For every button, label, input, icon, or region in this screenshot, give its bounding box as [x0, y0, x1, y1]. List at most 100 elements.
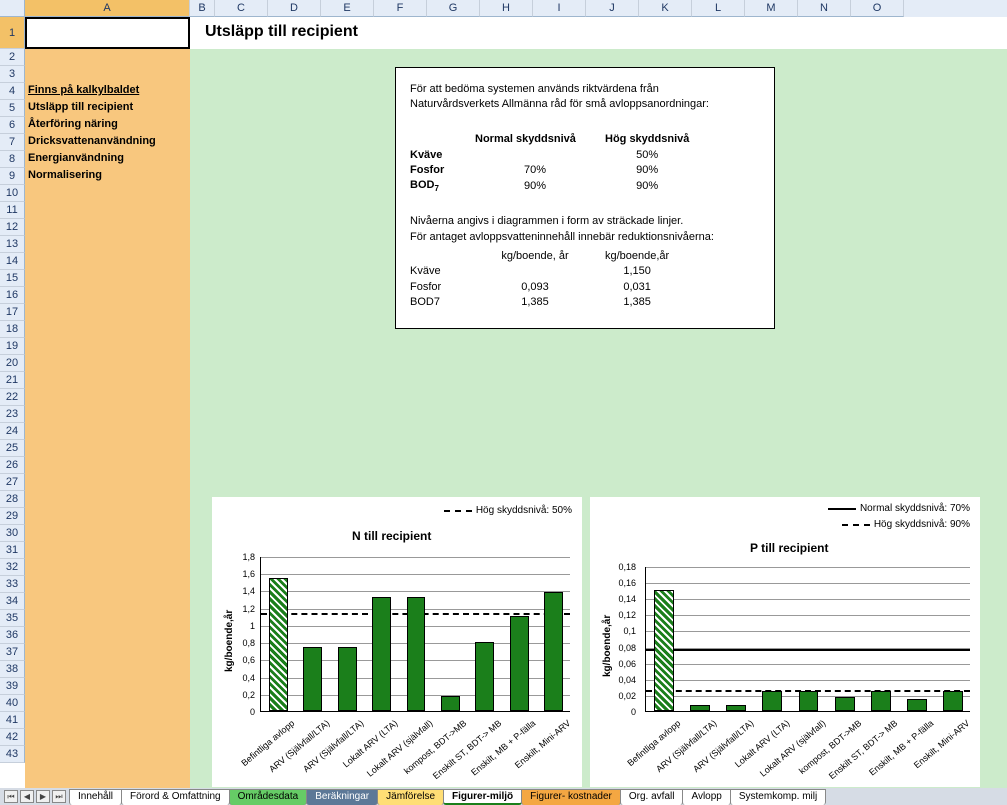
- column-header-j[interactable]: J: [586, 0, 639, 17]
- y-tick-label: 0,14: [612, 594, 636, 604]
- row-header-21[interactable]: 21: [0, 372, 25, 389]
- sheet-tab[interactable]: Figurer-miljö: [443, 789, 522, 805]
- row-header-3[interactable]: 3: [0, 66, 25, 83]
- row-header-40[interactable]: 40: [0, 695, 25, 712]
- row-header-22[interactable]: 22: [0, 389, 25, 406]
- sidebar-link[interactable]: Dricksvattenanvändning: [25, 134, 190, 151]
- column-headers: ABCDEFGHIJKLMNO: [25, 0, 1007, 17]
- row-header-2[interactable]: 2: [0, 49, 25, 66]
- column-header-n[interactable]: N: [798, 0, 851, 17]
- row-header-31[interactable]: 31: [0, 542, 25, 559]
- row-header-39[interactable]: 39: [0, 678, 25, 695]
- sheet-tab[interactable]: Beräkningar: [306, 789, 378, 805]
- row-header-43[interactable]: 43: [0, 746, 25, 763]
- row-header-5[interactable]: 5: [0, 100, 25, 117]
- dashed-line-icon: [444, 510, 472, 512]
- y-tick-label: 0: [612, 707, 636, 717]
- row-header-20[interactable]: 20: [0, 355, 25, 372]
- row-header-32[interactable]: 32: [0, 559, 25, 576]
- column-header-f[interactable]: F: [374, 0, 427, 17]
- tab-nav-first[interactable]: ⏮: [4, 790, 18, 803]
- column-header-c[interactable]: C: [215, 0, 268, 17]
- row-header-42[interactable]: 42: [0, 729, 25, 746]
- row-header-33[interactable]: 33: [0, 576, 25, 593]
- column-header-m[interactable]: M: [745, 0, 798, 17]
- row-header-18[interactable]: 18: [0, 321, 25, 338]
- y-tick-label: 0,12: [612, 610, 636, 620]
- row-header-7[interactable]: 7: [0, 134, 25, 151]
- column-header-o[interactable]: O: [851, 0, 904, 17]
- row-header-25[interactable]: 25: [0, 440, 25, 457]
- column-header-k[interactable]: K: [639, 0, 692, 17]
- row-headers: 1234567891011121314151617181920212223242…: [0, 17, 25, 763]
- sheet-tab[interactable]: Figurer- kostnader: [521, 789, 621, 805]
- column-header-h[interactable]: H: [480, 0, 533, 17]
- row-header-26[interactable]: 26: [0, 457, 25, 474]
- row-header-16[interactable]: 16: [0, 287, 25, 304]
- row-header-6[interactable]: 6: [0, 117, 25, 134]
- row-header-17[interactable]: 17: [0, 304, 25, 321]
- sheet-tab[interactable]: Avlopp: [682, 789, 730, 805]
- row-header-41[interactable]: 41: [0, 712, 25, 729]
- dashed-line-icon: [842, 524, 870, 526]
- sidebar-link[interactable]: Utsläpp till recipient: [25, 100, 190, 117]
- column-header-b[interactable]: B: [190, 0, 215, 17]
- content-area: Utsläpp till recipient För att bedöma sy…: [190, 17, 1007, 788]
- sheet-tab[interactable]: Org. avfall: [620, 789, 684, 805]
- row-header-23[interactable]: 23: [0, 406, 25, 423]
- row-header-1[interactable]: 1: [0, 17, 25, 49]
- table-header: Normal skyddsnivå: [475, 132, 605, 147]
- tab-nav-next[interactable]: ▶: [36, 790, 50, 803]
- row-header-35[interactable]: 35: [0, 610, 25, 627]
- row-header-28[interactable]: 28: [0, 491, 25, 508]
- row-header-10[interactable]: 10: [0, 185, 25, 202]
- column-header-e[interactable]: E: [321, 0, 374, 17]
- row-header-14[interactable]: 14: [0, 253, 25, 270]
- row-header-19[interactable]: 19: [0, 338, 25, 355]
- tab-nav-prev[interactable]: ◀: [20, 790, 34, 803]
- sidebar-link[interactable]: Energianvändning: [25, 151, 190, 168]
- row-header-30[interactable]: 30: [0, 525, 25, 542]
- y-tick-label: 0,08: [612, 643, 636, 653]
- row-header-24[interactable]: 24: [0, 423, 25, 440]
- sidebar-link[interactable]: Normalisering: [25, 168, 190, 185]
- sheet-tab[interactable]: Innehåll: [69, 789, 122, 805]
- row-header-8[interactable]: 8: [0, 151, 25, 168]
- row-header-38[interactable]: 38: [0, 661, 25, 678]
- sheet-tab[interactable]: Områdesdata: [229, 789, 308, 805]
- row-header-27[interactable]: 27: [0, 474, 25, 491]
- column-header-l[interactable]: L: [692, 0, 745, 17]
- sheet-tab[interactable]: Förord & Omfattning: [121, 789, 230, 805]
- tab-nav-last[interactable]: ⏭: [52, 790, 66, 803]
- row-header-4[interactable]: 4: [0, 83, 25, 100]
- row-header-13[interactable]: 13: [0, 236, 25, 253]
- row-header-34[interactable]: 34: [0, 593, 25, 610]
- sheet-tab[interactable]: Systemkomp. milj: [730, 789, 826, 805]
- select-all-corner[interactable]: [0, 0, 25, 17]
- chart-p-recipient[interactable]: Normal skyddsnivå: 70% Hög skyddsnivå: 9…: [590, 497, 980, 787]
- row-header-9[interactable]: 9: [0, 168, 25, 185]
- column-header-i[interactable]: I: [533, 0, 586, 17]
- y-tick-label: 0,8: [231, 638, 255, 648]
- sheet-tab[interactable]: Jämförelse: [377, 789, 444, 805]
- y-tick-label: 1,4: [231, 586, 255, 596]
- column-header-a[interactable]: A: [25, 0, 190, 17]
- chart-n-recipient[interactable]: Hög skyddsnivå: 50% N till recipient kg/…: [212, 497, 582, 787]
- column-header-g[interactable]: G: [427, 0, 480, 17]
- bar: [726, 705, 746, 711]
- reduction-table: kg/boende, årkg/boende,år Kväve1,150 Fos…: [410, 249, 679, 311]
- cell-a1-selected[interactable]: [25, 17, 190, 49]
- info-text: För antaget avloppsvatteninnehåll innebä…: [410, 230, 760, 245]
- bar: [269, 578, 288, 711]
- row-header-36[interactable]: 36: [0, 627, 25, 644]
- row-header-12[interactable]: 12: [0, 219, 25, 236]
- row-header-37[interactable]: 37: [0, 644, 25, 661]
- sidebar-link[interactable]: Återföring näring: [25, 117, 190, 134]
- column-header-d[interactable]: D: [268, 0, 321, 17]
- row-header-29[interactable]: 29: [0, 508, 25, 525]
- row-header-15[interactable]: 15: [0, 270, 25, 287]
- bar: [544, 592, 563, 711]
- y-tick-label: 0: [231, 707, 255, 717]
- row-header-11[interactable]: 11: [0, 202, 25, 219]
- y-tick-label: 0,6: [231, 655, 255, 665]
